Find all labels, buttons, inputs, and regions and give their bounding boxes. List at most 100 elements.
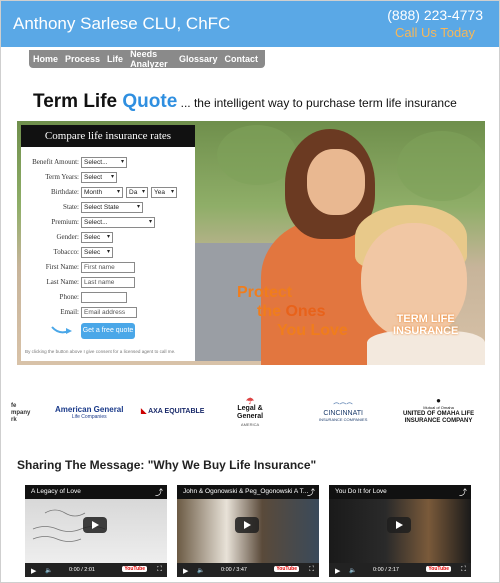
consent-text: By clicking the button above I give cons… xyxy=(25,349,176,354)
play-icon[interactable]: ▶ xyxy=(183,567,188,575)
video-controls: ▶ 🔈 0:00 / 3:47 YouTube ⛶ xyxy=(177,563,319,577)
last-name-input[interactable]: Last name xyxy=(81,277,135,288)
partial-carrier-logo: fe mpany rk xyxy=(11,403,31,423)
video-controls: ▶ 🔈 0:00 / 2:17 YouTube ⛶ xyxy=(329,563,471,577)
share-icon[interactable]: ⤴ xyxy=(155,487,163,498)
quote-form: Compare life insurance rates Benefit Amo… xyxy=(21,125,195,361)
video-player-1[interactable]: A Legacy of Love ⤴ ▶ 🔈 0:00 / 2:01 YouTu… xyxy=(25,485,167,577)
page-headline: Term Life Quote ... the intelligent way … xyxy=(33,91,457,113)
benefit-amount-row: Benefit Amount: Select... xyxy=(21,157,195,169)
get-free-quote-button[interactable]: Get a free quote xyxy=(81,323,135,339)
phone-input[interactable] xyxy=(81,292,127,303)
legal-general-logo: ☂ Legal & General AMERICA xyxy=(237,397,263,429)
slogan-the: the xyxy=(257,303,286,320)
phone-row: Phone: xyxy=(21,292,195,304)
email-input[interactable]: Email address xyxy=(81,307,137,318)
tobacco-select[interactable]: Selec xyxy=(81,247,113,258)
nav-item-contact[interactable]: Contact xyxy=(225,54,259,64)
youtube-logo[interactable]: YouTube xyxy=(426,566,451,572)
play-button[interactable] xyxy=(387,517,411,533)
video-title[interactable]: John & Ogonowski & Peg_Ogonowski A T... xyxy=(183,488,308,495)
term-years-row: Term Years: Select xyxy=(21,172,195,184)
fullscreen-icon[interactable]: ⛶ xyxy=(157,566,162,574)
background-foliage xyxy=(397,131,485,201)
video-time: 0:00 / 2:17 xyxy=(373,567,399,573)
premium-row: Premium: Select... xyxy=(21,217,195,229)
tobacco-label: Tobacco: xyxy=(53,248,79,256)
phone-number[interactable]: (888) 223-4773 xyxy=(387,7,483,23)
share-icon[interactable]: ⤴ xyxy=(307,487,315,498)
state-select[interactable]: Select State xyxy=(81,202,143,213)
omaha-line-1: UNITED OF OMAHA LIFE xyxy=(403,411,475,417)
nav-item-process[interactable]: Process xyxy=(65,54,100,64)
share-icon[interactable]: ⤴ xyxy=(459,487,467,498)
video-player-2[interactable]: John & Ogonowski & Peg_Ogonowski A T... … xyxy=(177,485,319,577)
birth-year-select[interactable]: Yea xyxy=(151,187,177,198)
term-years-label: Term Years: xyxy=(45,173,79,181)
phone-label: Phone: xyxy=(59,293,79,301)
play-icon[interactable]: ▶ xyxy=(335,567,340,575)
email-row: Email: Email address xyxy=(21,307,195,319)
site-header: Anthony Sarlese CLU, ChFC (888) 223-4773… xyxy=(1,1,499,47)
mother-face xyxy=(307,149,365,215)
american-general-name: American General xyxy=(55,405,124,414)
headline-quote: Quote xyxy=(122,91,178,112)
premium-select[interactable]: Select... xyxy=(81,217,155,228)
omaha-top-text: Mutual of Omaha xyxy=(423,405,454,410)
badge-line-1: TERM LIFE xyxy=(396,313,455,325)
last-name-row: Last Name: Last name xyxy=(21,277,195,289)
umbrella-icon: ☂ xyxy=(246,396,255,406)
play-button[interactable] xyxy=(235,517,259,533)
nav-item-life[interactable]: Life xyxy=(107,54,123,64)
curved-arrow-icon xyxy=(51,326,72,334)
video-controls: ▶ 🔈 0:00 / 2:01 YouTube ⛶ xyxy=(25,563,167,577)
volume-icon[interactable]: 🔈 xyxy=(349,567,356,574)
badge-line-2: INSURANCE xyxy=(393,325,459,337)
first-name-label: First Name: xyxy=(45,263,79,271)
cincinnati-logo: ⌒⌒⌒ CINCINNATI INSURANCE COMPANIES xyxy=(319,401,367,422)
first-name-input[interactable]: First name xyxy=(81,262,135,273)
birthdate-label: Birthdate: xyxy=(51,188,79,196)
gender-row: Gender: Selec xyxy=(21,232,195,244)
term-years-select[interactable]: Select xyxy=(81,172,117,183)
legal-general-sub: AMERICA xyxy=(240,422,260,427)
premium-label: Premium: xyxy=(51,218,79,226)
cincinnati-name: CINCINNATI xyxy=(323,410,363,417)
volume-icon[interactable]: 🔈 xyxy=(197,567,204,574)
slogan-line-1: Protect xyxy=(237,284,293,301)
term-life-badge: TERM LIFE INSURANCE xyxy=(393,313,458,337)
birth-month-select[interactable]: Month xyxy=(81,187,123,198)
protect-slogan: Protect the Ones You Love xyxy=(237,283,348,340)
gender-label: Gender: xyxy=(56,233,79,241)
video-title[interactable]: You Do It for Love xyxy=(335,488,387,495)
play-icon[interactable]: ▶ xyxy=(31,567,36,575)
benefit-amount-select[interactable]: Select... xyxy=(81,157,127,168)
state-row: State: Select State xyxy=(21,202,195,214)
youtube-logo[interactable]: YouTube xyxy=(122,566,147,572)
email-label: Email: xyxy=(60,308,79,316)
fullscreen-icon[interactable]: ⛶ xyxy=(461,566,466,574)
call-us-today-link[interactable]: Call Us Today xyxy=(395,25,475,40)
last-name-label: Last Name: xyxy=(46,278,79,286)
headline-term-life: Term Life xyxy=(33,91,123,112)
nav-item-needs-analyzer[interactable]: Needs Analyzer xyxy=(130,49,172,69)
main-nav: Home Process Life Needs Analyzer Glossar… xyxy=(29,49,265,69)
gender-select[interactable]: Selec xyxy=(81,232,113,243)
volume-icon[interactable]: 🔈 xyxy=(45,567,52,574)
video-player-3[interactable]: You Do It for Love ⤴ ▶ 🔈 0:00 / 2:17 You… xyxy=(329,485,471,577)
cincinnati-arc-icon: ⌒⌒⌒ xyxy=(333,404,353,410)
sharing-heading: Sharing The Message: "Why We Buy Life In… xyxy=(17,458,317,472)
play-button[interactable] xyxy=(83,517,107,533)
hero-banner: Protect the Ones You Love TERM LIFE INSU… xyxy=(17,121,485,365)
nav-item-glossary[interactable]: Glossary xyxy=(179,54,218,64)
video-title[interactable]: A Legacy of Love xyxy=(31,488,81,495)
carrier-logos: fe mpany rk American General Life Compan… xyxy=(1,393,499,433)
birth-day-select[interactable]: Da xyxy=(126,187,148,198)
fullscreen-icon[interactable]: ⛶ xyxy=(309,566,314,574)
nav-item-home[interactable]: Home xyxy=(33,54,58,64)
first-name-row: First Name: First name xyxy=(21,262,195,274)
legal-general-line-1: Legal & xyxy=(237,405,263,412)
axa-name: AXA EQUITABLE xyxy=(148,408,205,415)
youtube-logo[interactable]: YouTube xyxy=(274,566,299,572)
brand-title[interactable]: Anthony Sarlese CLU, ChFC xyxy=(13,14,230,34)
